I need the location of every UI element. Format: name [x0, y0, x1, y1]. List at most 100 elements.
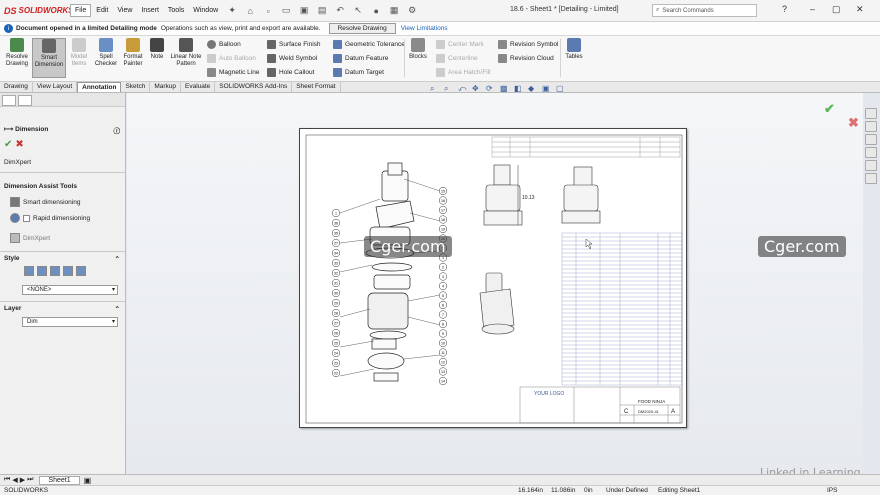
confirm-cancel-icon[interactable]: ✖	[848, 115, 859, 131]
file-properties-icon[interactable]: ▦	[388, 5, 400, 17]
save-icon[interactable]: ▣	[298, 5, 310, 17]
tables-button[interactable]: Tables	[563, 38, 585, 61]
style-save-icon[interactable]	[63, 266, 73, 276]
dimxpert-tab[interactable]: DimXpert	[4, 159, 31, 166]
tab-sketch[interactable]: Sketch	[121, 82, 151, 92]
smart-dimension-button[interactable]: Smart Dimension	[32, 38, 66, 78]
model-items-button[interactable]: Model Items	[67, 38, 91, 68]
help-icon[interactable]: ?	[782, 4, 787, 14]
dimxpert-option[interactable]: DimXpert	[10, 233, 50, 243]
design-library-icon[interactable]	[865, 121, 877, 132]
datum-feature-button[interactable]: Datum Feature	[333, 54, 388, 63]
display-style-icon[interactable]: ◆	[528, 84, 537, 93]
new-icon[interactable]: ▫	[262, 5, 274, 17]
note-button[interactable]: Note	[148, 38, 166, 61]
view-settings-icon[interactable]: ▢	[556, 84, 565, 93]
custom-properties-icon[interactable]	[865, 173, 877, 184]
nav-first-icon[interactable]: ⏮	[4, 476, 10, 484]
help-circle-icon[interactable]: ⓘ	[114, 125, 121, 135]
confirm-check-icon[interactable]: ✔	[824, 101, 835, 117]
sheet-tab-sheet1[interactable]: Sheet1	[39, 475, 80, 485]
datum-target-button[interactable]: Datum Target	[333, 68, 384, 77]
menu-edit[interactable]: Edit	[92, 5, 112, 16]
height-dimension[interactable]: 10.13	[522, 195, 535, 201]
tab-drawing[interactable]: Drawing	[0, 82, 33, 92]
pin-icon[interactable]: ✦	[226, 5, 238, 17]
style-delete-icon[interactable]	[50, 266, 60, 276]
rebuild-icon[interactable]: ●	[370, 5, 382, 17]
view-orientation-icon[interactable]: ◧	[514, 84, 523, 93]
spell-checker-button[interactable]: Spell Checker	[93, 38, 119, 68]
minimize-icon[interactable]: –	[810, 4, 815, 14]
nav-last-icon[interactable]: ⏭	[27, 476, 33, 484]
select-icon[interactable]: ↖	[352, 5, 364, 17]
style-add-icon[interactable]	[37, 266, 47, 276]
magnetic-line-button[interactable]: Magnetic Line	[207, 68, 259, 77]
section-view-icon[interactable]: ▩	[500, 84, 509, 93]
style-apply-icon[interactable]	[24, 266, 34, 276]
tab-evaluate[interactable]: Evaluate	[181, 82, 216, 92]
print-icon[interactable]: ▤	[316, 5, 328, 17]
geometric-tolerance-button[interactable]: Geometric Tolerance	[333, 40, 405, 49]
collapse-icon[interactable]: ⌃	[115, 305, 120, 313]
cancel-x-icon[interactable]: ✖	[15, 139, 23, 150]
tab-markup[interactable]: Markup	[150, 82, 181, 92]
nav-prev-icon[interactable]: ◀	[12, 476, 17, 484]
rapid-dimensioning-option[interactable]: Rapid dimensioning	[10, 213, 90, 223]
drawing-sheet[interactable]: 1 36 35 27 34 33 32 31 30 29 28 27 26 25 24 23 22 15 16 17…	[299, 128, 687, 428]
format-painter-button[interactable]: Format Painter	[120, 38, 146, 68]
file-explorer-icon[interactable]	[865, 134, 877, 145]
area-hatch-button[interactable]: Area Hatch/Fill	[436, 68, 491, 77]
collapse-icon[interactable]: ⌃	[115, 255, 120, 263]
balloon-button[interactable]: Balloon	[207, 40, 241, 49]
property-manager-tab-icon[interactable]	[18, 95, 32, 106]
tab-addins[interactable]: SOLIDWORKS Add-Ins	[215, 82, 293, 92]
centerline-button[interactable]: Centerline	[436, 54, 478, 63]
menu-window[interactable]: Window	[189, 5, 222, 16]
smart-dimensioning-option[interactable]: Smart dimensioning	[10, 197, 80, 207]
restore-icon[interactable]: ▢	[832, 4, 841, 15]
weld-symbol-button[interactable]: Weld Symbol	[267, 54, 317, 63]
rapid-checkbox[interactable]	[23, 214, 30, 222]
tab-annotation[interactable]: Annotation	[77, 82, 122, 92]
ok-check-icon[interactable]: ✔	[4, 139, 12, 150]
view-palette-icon[interactable]	[865, 147, 877, 158]
auto-balloon-button[interactable]: Auto Balloon	[207, 54, 256, 63]
menu-tools[interactable]: Tools	[164, 5, 188, 16]
linear-note-pattern-button[interactable]: Linear Note Pattern	[168, 38, 204, 68]
view-limitations-link[interactable]: View Limitations	[401, 25, 448, 32]
status-units[interactable]: IPS	[827, 487, 837, 494]
feature-tree-tab-icon[interactable]	[2, 95, 16, 106]
rotate-icon[interactable]: ⟳	[486, 84, 495, 93]
appearances-icon[interactable]	[865, 160, 877, 171]
resolve-drawing-button[interactable]: Resolve Drawing	[328, 23, 396, 34]
resources-icon[interactable]	[865, 108, 877, 119]
open-icon[interactable]: ▭	[280, 5, 292, 17]
add-sheet-icon[interactable]: ▣	[84, 476, 92, 485]
search-commands[interactable]: ⌕ Search Commands	[652, 4, 757, 17]
revision-symbol-button[interactable]: Revision Symbol	[498, 40, 558, 49]
home-icon[interactable]: ⌂	[244, 5, 256, 17]
close-icon[interactable]: ✕	[856, 4, 864, 15]
nav-next-icon[interactable]: ▶	[20, 476, 25, 484]
zoom-area-icon[interactable]: ⌕	[444, 84, 453, 93]
previous-view-icon[interactable]: ⤺	[458, 84, 467, 93]
resolve-drawing-ribbon-button[interactable]: Resolve Drawing	[2, 38, 32, 68]
tab-sheet-format[interactable]: Sheet Format	[292, 82, 341, 92]
pan-icon[interactable]: ✥	[472, 84, 481, 93]
revision-cloud-button[interactable]: Revision Cloud	[498, 54, 554, 63]
hole-callout-button[interactable]: Hole Callout	[267, 68, 314, 77]
zoom-fit-icon[interactable]: ⌕	[430, 84, 439, 93]
options-icon[interactable]: ⚙	[406, 5, 418, 17]
style-select[interactable]: <NONE>	[22, 285, 118, 295]
tab-view-layout[interactable]: View Layout	[33, 82, 78, 92]
style-load-icon[interactable]	[76, 266, 86, 276]
menu-file[interactable]: File	[70, 4, 92, 17]
menu-view[interactable]: View	[113, 5, 136, 16]
blocks-button[interactable]: Blocks	[407, 38, 429, 61]
layer-select[interactable]: Dim	[22, 317, 118, 327]
menu-insert[interactable]: Insert	[137, 5, 163, 16]
undo-icon[interactable]: ↶	[334, 5, 346, 17]
surface-finish-button[interactable]: Surface Finish	[267, 40, 321, 49]
center-mark-button[interactable]: Center Mark	[436, 40, 484, 49]
